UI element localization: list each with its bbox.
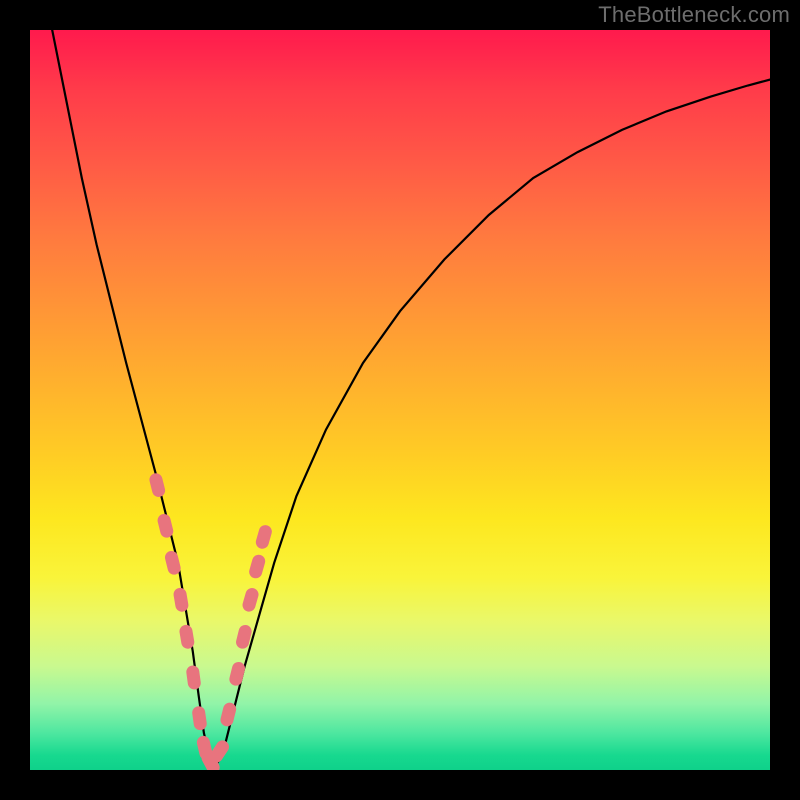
marker bbox=[228, 661, 246, 687]
watermark-text: TheBottleneck.com bbox=[598, 2, 790, 28]
marker-group bbox=[148, 472, 273, 770]
marker bbox=[186, 665, 202, 691]
marker bbox=[219, 701, 237, 727]
marker bbox=[164, 550, 182, 576]
marker bbox=[254, 524, 273, 551]
marker bbox=[241, 586, 260, 613]
chart-frame: TheBottleneck.com bbox=[0, 0, 800, 800]
marker bbox=[191, 705, 207, 731]
bottleneck-curve bbox=[52, 30, 770, 766]
chart-plot-area bbox=[30, 30, 770, 770]
marker bbox=[156, 513, 174, 539]
marker bbox=[148, 472, 166, 498]
chart-svg bbox=[30, 30, 770, 770]
marker bbox=[173, 587, 190, 613]
marker bbox=[248, 553, 267, 580]
marker bbox=[178, 624, 195, 650]
